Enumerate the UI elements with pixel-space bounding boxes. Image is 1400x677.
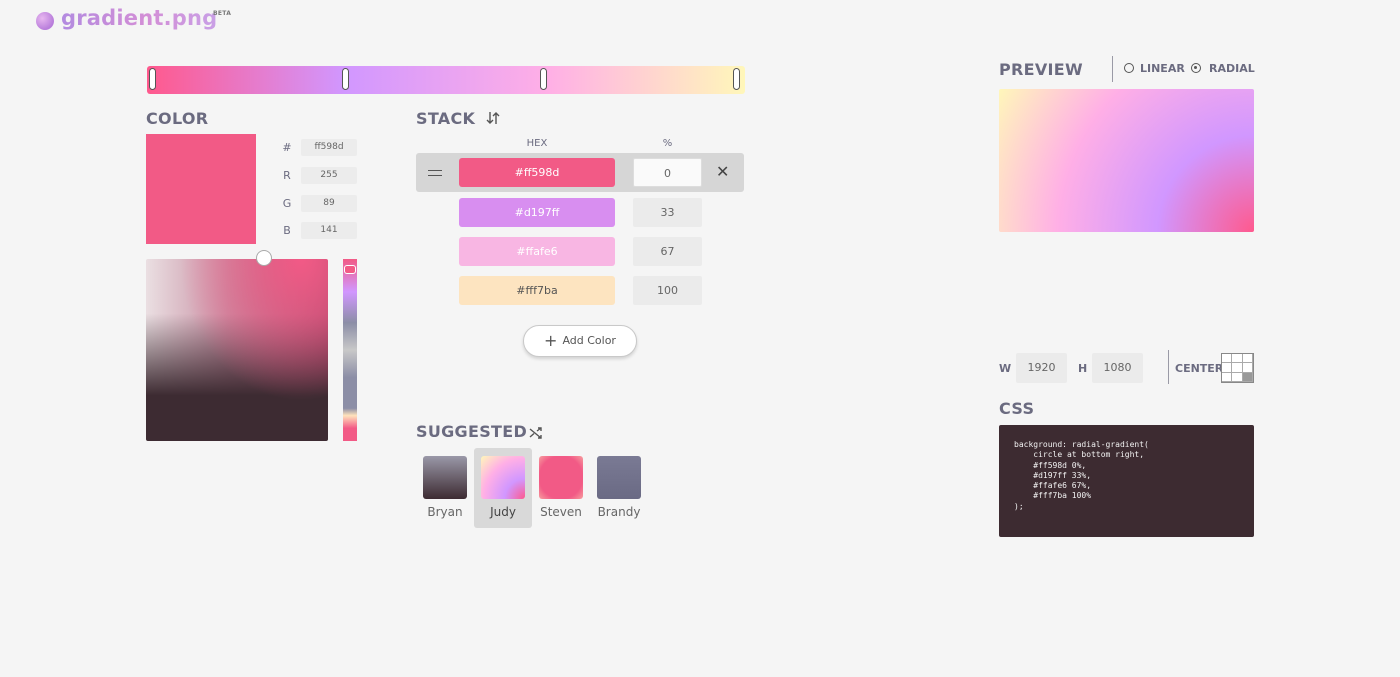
gradient-preview [999, 89, 1254, 232]
logo-icon [36, 12, 54, 30]
add-color-label: Add Color [562, 334, 616, 347]
stack-percent-input[interactable]: 33 [633, 198, 702, 227]
stack-hex-chip[interactable]: #d197ff [459, 198, 615, 227]
stack-hex-chip[interactable]: #ffafe6 [459, 237, 615, 266]
divider [1112, 56, 1113, 82]
hex-label: # [282, 141, 292, 154]
blue-label: B [283, 224, 291, 237]
suggested-gradient-judy[interactable]: Judy [474, 448, 532, 528]
gradient-thumbnail [423, 456, 467, 499]
picker-knob[interactable] [256, 250, 272, 266]
gradient-stop-handle[interactable] [733, 68, 740, 90]
remove-stop-icon[interactable]: ✕ [716, 164, 729, 180]
gradient-thumbnail [481, 456, 525, 499]
hex-input[interactable]: ff598d [301, 139, 357, 156]
saturation-picker[interactable] [146, 259, 328, 441]
radial-radio-label[interactable]: RADIAL [1209, 62, 1255, 75]
drag-handle-icon[interactable] [428, 170, 442, 176]
gradient-thumbnail [539, 456, 583, 499]
anchor-grid-icon[interactable] [1221, 353, 1254, 383]
height-input[interactable]: 1080 [1092, 353, 1143, 383]
suggested-gradient-bryan[interactable]: Bryan [416, 448, 474, 528]
suggested-name: Judy [490, 505, 516, 519]
stack-hex-chip[interactable]: #fff7ba [459, 276, 615, 305]
stack-percent-input[interactable]: 0 [633, 158, 702, 187]
app-logo-text: gradient.png [61, 6, 218, 30]
linear-radio[interactable] [1124, 63, 1134, 73]
green-input[interactable]: 89 [301, 195, 357, 212]
anchor-label: CENTER [1175, 362, 1224, 375]
suggested-name: Brandy [597, 505, 641, 519]
css-section-title: CSS [999, 399, 1035, 418]
radial-radio[interactable] [1191, 63, 1201, 73]
stack-hex-chip[interactable]: #ff598d [459, 158, 615, 187]
red-label: R [283, 169, 291, 182]
shuffle-icon[interactable] [529, 425, 543, 444]
plus-icon: + [544, 331, 558, 350]
linear-radio-label[interactable]: LINEAR [1140, 62, 1185, 75]
percent-column-header: % [662, 138, 673, 149]
width-input[interactable]: 1920 [1016, 353, 1067, 383]
gradient-stop-handle[interactable] [540, 68, 547, 90]
suggested-section-title: SUGGESTED [416, 422, 528, 441]
hue-slider-knob[interactable] [344, 265, 356, 274]
red-input[interactable]: 255 [301, 167, 357, 184]
green-label: G [282, 197, 292, 210]
css-code-block[interactable]: background: radial-gradient( circle at b… [999, 425, 1254, 537]
preview-section-title: PREVIEW [999, 60, 1083, 79]
stack-section-title: STACK [416, 109, 476, 128]
css-code[interactable]: background: radial-gradient( circle at b… [1014, 440, 1239, 512]
gradient-bar[interactable] [147, 66, 745, 94]
gradient-stop-handle[interactable] [149, 68, 156, 90]
stack-percent-input[interactable]: 100 [633, 276, 702, 305]
current-color-swatch [146, 134, 256, 244]
hex-column-header: HEX [526, 138, 548, 149]
width-label: W [999, 362, 1012, 375]
add-color-button[interactable]: + Add Color [523, 325, 637, 357]
divider [1168, 350, 1169, 384]
suggested-name: Bryan [427, 505, 463, 519]
color-section-title: COLOR [146, 109, 209, 128]
beta-badge: BETA [213, 10, 232, 17]
gradient-thumbnail [597, 456, 641, 499]
suggested-gradient-steven[interactable]: Steven [532, 448, 590, 528]
suggested-name: Steven [540, 505, 582, 519]
height-label: H [1078, 362, 1088, 375]
suggested-gradient-brandy[interactable]: Brandy [590, 448, 648, 528]
sort-icon[interactable] [486, 110, 500, 130]
hue-slider[interactable] [343, 259, 357, 441]
gradient-stop-handle[interactable] [342, 68, 349, 90]
blue-input[interactable]: 141 [301, 222, 357, 239]
stack-percent-input[interactable]: 67 [633, 237, 702, 266]
